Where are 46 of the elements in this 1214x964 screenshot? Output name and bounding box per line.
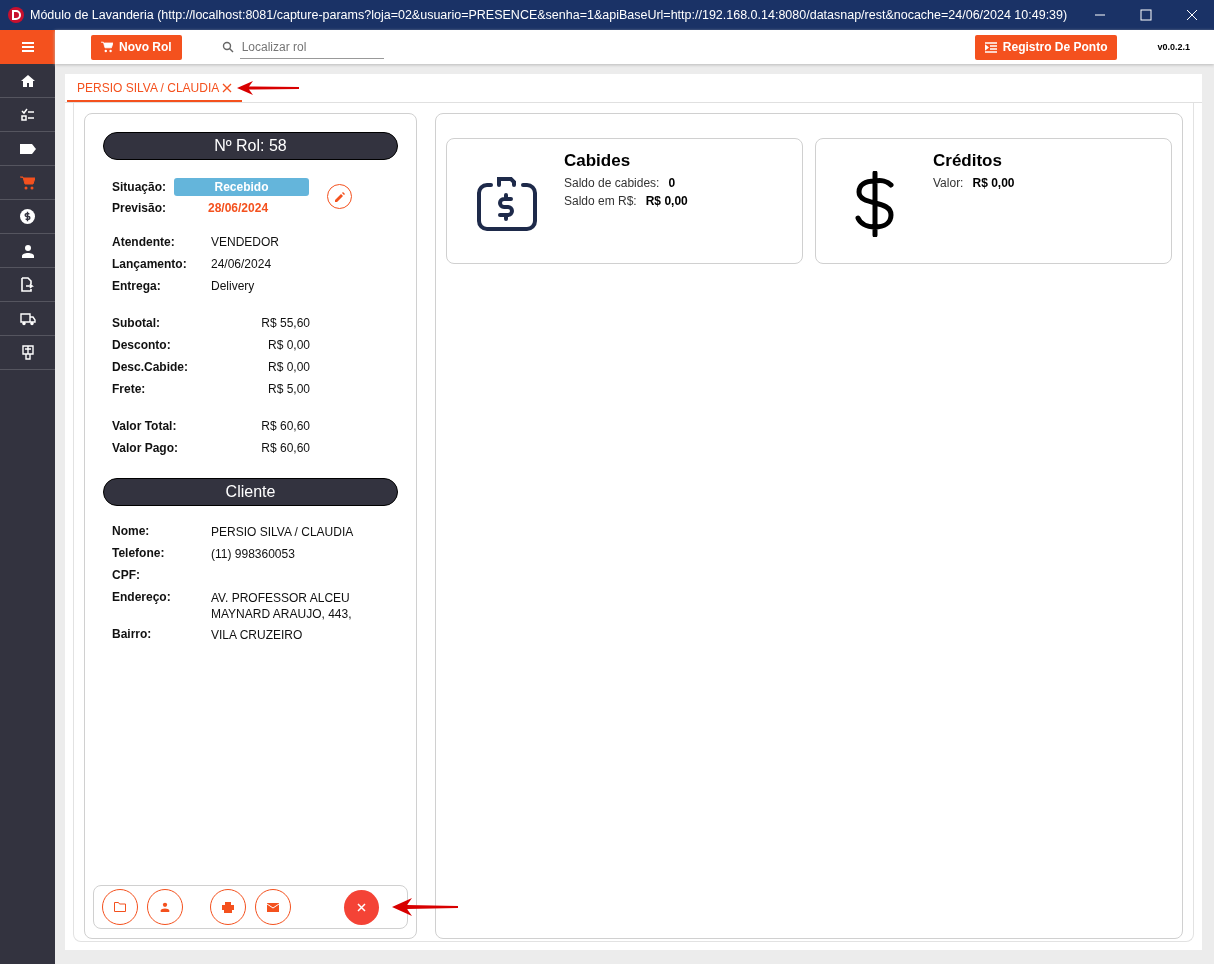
- field-label: Nome:: [112, 524, 151, 540]
- field-label: Situação:: [112, 180, 167, 194]
- field-label: Desconto:: [112, 338, 172, 354]
- field-label: Telefone:: [112, 546, 166, 562]
- window-title: Módulo de Lavanderia (http://localhost:8081/capture-params?loja=02&usuario=PRESENCE&senha=1&apiBaseUrl=http://192.168.0.14:8080/datasnap/rest&nocache=24/06/2024 10:49:39): [30, 8, 1068, 22]
- field-value: PERSIO SILVA / CLAUDIA: [211, 524, 355, 541]
- field-value: VENDEDOR: [211, 235, 279, 251]
- field-label: CPF:: [112, 568, 141, 584]
- card-label: Valor:: [933, 176, 964, 190]
- field-value: AV. PROFESSOR ALCEU MAYNARD ARAUJO, 443,: [211, 590, 353, 622]
- client-header: Cliente: [103, 478, 398, 506]
- field-label: Frete:: [112, 382, 147, 398]
- card-value: R$ 0,00: [645, 194, 688, 208]
- amount-value: R$ 60,60: [260, 419, 310, 435]
- amount-value: R$ 5,00: [266, 382, 310, 398]
- field-label: Lançamento:: [112, 257, 188, 273]
- version-label: v0.0.2.1: [1157, 42, 1190, 52]
- field-label: Endereço:: [112, 590, 172, 606]
- amount-value: R$ 0,00: [266, 338, 310, 354]
- field-label: Valor Total:: [112, 419, 178, 435]
- field-label: Bairro:: [112, 627, 153, 643]
- tab[interactable]: PERSIO SILVA / CLAUDIA: [67, 81, 243, 102]
- order-number-header: Nº Rol: 58: [103, 132, 398, 160]
- amount-value: R$ 0,00: [266, 360, 310, 376]
- field-label: Entrega:: [112, 279, 162, 295]
- field-label: Desc.Cabide:: [112, 360, 190, 376]
- amount-value: R$ 55,60: [260, 316, 310, 332]
- clock-in-button[interactable]: Registro De Ponto: [974, 34, 1118, 60]
- field-label: Subotal:: [112, 316, 161, 332]
- card-label: Saldo em R$:: [564, 194, 637, 208]
- card-value: R$ 0,00: [972, 176, 1015, 190]
- card-title: Créditos: [933, 151, 1003, 171]
- field-value: 24/06/2024: [211, 257, 272, 273]
- field-value: Delivery: [211, 279, 255, 295]
- new-order-button[interactable]: Novo Rol: [91, 34, 182, 60]
- field-label: Valor Pago:: [112, 441, 180, 457]
- field-label: Atendente:: [112, 235, 176, 251]
- forecast-date: 28/06/2024: [207, 201, 270, 215]
- status-badge: Recebido: [174, 178, 309, 196]
- card-value: 0: [668, 176, 676, 190]
- amount-value: R$ 60,60: [260, 441, 310, 457]
- field-value: VILA CRUZEIRO: [211, 627, 304, 644]
- field-value: (11) 998360053: [211, 546, 296, 563]
- card-title: Cabides: [564, 151, 632, 171]
- card-label: Saldo de cabides:: [564, 176, 660, 190]
- field-label: Previsão:: [112, 201, 168, 215]
